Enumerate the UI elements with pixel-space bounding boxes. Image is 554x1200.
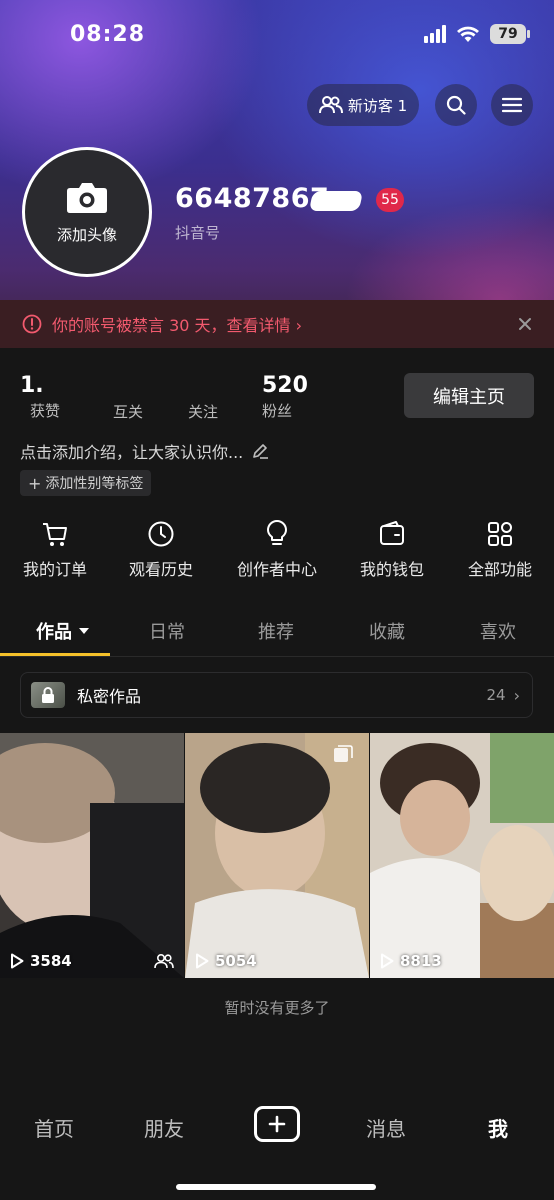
add-tags-label: 添加性别等标签 (45, 476, 144, 492)
mute-notice-text: 你的账号被禁言 30 天，查看详情 › (52, 316, 303, 335)
func-history-label: 观看历史 (128, 560, 193, 579)
bio-field[interactable]: 点击添加介绍，让大家认识你... (20, 439, 269, 463)
clock-icon (148, 521, 174, 547)
alert-icon (22, 314, 42, 334)
play-icon (196, 953, 209, 969)
add-avatar-button[interactable]: 添加头像 (22, 147, 152, 277)
lock-icon (31, 682, 65, 708)
nav-me[interactable]: 我 (488, 1113, 508, 1142)
func-orders-label: 我的订单 (22, 560, 87, 579)
cellular-signal-icon (424, 25, 446, 43)
play-count: 8813 (380, 952, 442, 970)
play-count-value: 5054 (215, 952, 257, 970)
caret-down-icon (79, 628, 89, 634)
play-icon (11, 953, 24, 969)
tab-likes[interactable]: 喜欢 (480, 618, 516, 644)
video-thumbnail[interactable]: 3584 (0, 733, 184, 978)
create-button[interactable] (254, 1106, 300, 1142)
active-tab-indicator (0, 653, 110, 656)
video-thumbnail-image (0, 733, 184, 978)
private-works-row[interactable]: 私密作品 24 › (20, 672, 533, 718)
nav-messages[interactable]: 消息 (366, 1113, 406, 1142)
play-count-value: 8813 (400, 952, 442, 970)
tab-recommend[interactable]: 推荐 (258, 618, 294, 644)
play-icon (381, 953, 394, 969)
stat-following[interactable]: 关注 (188, 373, 218, 422)
stat-mutual[interactable]: 互关 (113, 373, 143, 422)
func-wallet[interactable]: 我的钱包 (337, 520, 447, 580)
search-button[interactable] (435, 84, 477, 126)
tabs-divider (0, 656, 554, 657)
tab-favorites[interactable]: 收藏 (369, 618, 405, 644)
cart-icon (43, 523, 67, 546)
home-indicator (176, 1184, 376, 1190)
stat-mutual-label: 互关 (113, 403, 144, 421)
menu-button[interactable] (491, 84, 533, 126)
end-of-list-text: 暂时没有更多了 (224, 999, 330, 1017)
play-count: 3584 (10, 952, 72, 970)
visitors-icon (318, 96, 343, 114)
func-all-label: 全部功能 (467, 560, 532, 579)
camera-icon (67, 182, 107, 213)
douyin-id-label: 抖音号 (175, 224, 221, 242)
multi-image-icon (334, 745, 353, 762)
nav-home[interactable]: 首页 (34, 1113, 74, 1142)
stat-following-value (188, 373, 218, 399)
plus-icon: + (28, 473, 42, 493)
func-orders[interactable]: 我的订单 (0, 520, 110, 580)
friends-visible-icon (154, 953, 174, 969)
notification-badge[interactable]: 55 (376, 188, 404, 212)
status-icons: 79 (424, 24, 530, 44)
edit-profile-button[interactable]: 编辑主页 (404, 373, 534, 418)
wifi-icon (457, 26, 479, 42)
func-all[interactable]: 全部功能 (445, 520, 554, 580)
stat-likes-label: 获赞 (30, 402, 61, 420)
func-creator-center[interactable]: 创作者中心 (222, 520, 332, 580)
func-creator-center-label: 创作者中心 (236, 560, 317, 579)
tab-works[interactable]: 作品 (36, 618, 90, 644)
user-id: 66487867 (175, 183, 330, 214)
video-thumbnail-image (370, 733, 554, 978)
chevron-right-icon: › (513, 685, 520, 705)
private-works-count: 24 (486, 686, 506, 704)
tab-daily[interactable]: 日常 (149, 618, 185, 644)
add-tags-button[interactable]: + 添加性别等标签 (20, 470, 152, 496)
stat-likes[interactable]: 1. 获赞 (20, 373, 60, 421)
bio-placeholder: 点击添加介绍，让大家认识你... (20, 443, 244, 462)
search-icon (446, 95, 466, 115)
nav-friends[interactable]: 朋友 (144, 1113, 184, 1142)
menu-icon (502, 97, 522, 113)
private-works-label: 私密作品 (77, 687, 142, 706)
stat-followers-label: 粉丝 (262, 402, 293, 420)
stat-mutual-value (113, 373, 143, 399)
stat-followers-value: 520 (262, 373, 308, 398)
grid-icon (488, 522, 512, 546)
redaction-mark (308, 191, 364, 211)
stat-likes-value: 1. (20, 373, 44, 398)
new-visitors-label: 新访客 1 (347, 96, 408, 115)
tab-works-label: 作品 (36, 622, 72, 643)
pencil-icon (253, 444, 269, 459)
video-thumbnail[interactable]: 5054 (185, 733, 369, 978)
play-count-value: 3584 (30, 952, 72, 970)
func-history[interactable]: 观看历史 (106, 520, 216, 580)
new-visitors-button[interactable]: 新访客 1 (307, 84, 419, 126)
battery-indicator: 79 (490, 24, 530, 44)
avatar-label: 添加头像 (56, 225, 117, 244)
lightbulb-icon (267, 520, 287, 545)
stat-followers[interactable]: 520 粉丝 (262, 373, 308, 421)
wallet-icon (380, 521, 404, 545)
video-thumbnail-image (185, 733, 369, 978)
play-count: 5054 (195, 952, 257, 970)
stat-following-label: 关注 (188, 403, 219, 421)
func-wallet-label: 我的钱包 (359, 560, 424, 579)
plus-icon (268, 1115, 286, 1133)
mute-notice-banner[interactable]: 你的账号被禁言 30 天，查看详情 › (0, 300, 554, 348)
status-time: 08:28 (70, 22, 146, 47)
close-icon[interactable] (518, 317, 532, 331)
video-thumbnail[interactable]: 8813 (370, 733, 554, 978)
